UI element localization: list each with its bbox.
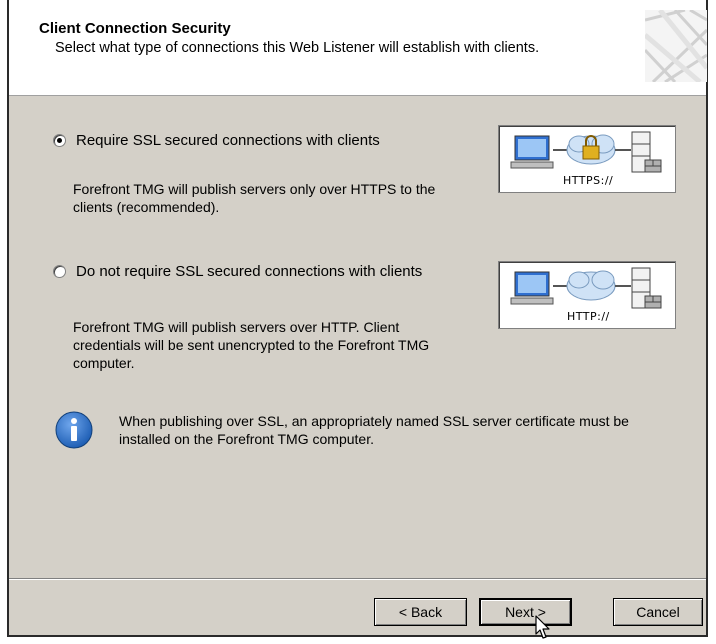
- description-line: Forefront TMG will publish servers over …: [73, 319, 400, 335]
- page-subtitle: Select what type of connections this Web…: [55, 40, 540, 56]
- description-line: clients (recommended).: [73, 199, 220, 215]
- description-line: computer.: [73, 355, 135, 371]
- info-line: installed on the Forefront TMG computer.: [119, 431, 374, 447]
- cancel-button[interactable]: Cancel: [613, 598, 703, 626]
- info-line: When publishing over SSL, an appropriate…: [119, 413, 629, 429]
- computer-icon: [510, 135, 554, 169]
- http-diagram: HTTP://: [498, 261, 676, 329]
- footer-divider-highlight: [9, 579, 706, 580]
- no-ssl-description: Forefront TMG will publish servers over …: [73, 318, 429, 372]
- firewall-icon: [644, 159, 662, 173]
- radio-require-ssl-label[interactable]: Require SSL secured connections with cli…: [76, 132, 380, 149]
- firewall-icon: [644, 295, 662, 309]
- back-button[interactable]: < Back: [374, 598, 467, 626]
- radio-button-selected[interactable]: [53, 134, 66, 147]
- mouse-cursor-icon: [535, 615, 550, 639]
- info-icon: [55, 411, 93, 449]
- next-button[interactable]: Next >: [479, 598, 572, 626]
- computer-icon: [510, 271, 554, 305]
- https-diagram: HTTPS://: [498, 125, 676, 193]
- http-label: HTTP://: [567, 310, 610, 323]
- info-note: When publishing over SSL, an appropriate…: [119, 412, 629, 448]
- cloud-icon: [566, 270, 616, 301]
- header-banner-graphic: [645, 10, 707, 82]
- description-line: credentials will be sent unencrypted to …: [73, 337, 430, 353]
- require-ssl-description: Forefront TMG will publish servers only …: [73, 180, 435, 216]
- radio-no-ssl-label[interactable]: Do not require SSL secured connections w…: [76, 263, 422, 280]
- https-label: HTTPS://: [563, 174, 614, 187]
- page-title: Client Connection Security: [39, 20, 231, 37]
- wizard-header: Client Connection Security Select what t…: [9, 0, 707, 96]
- radio-no-ssl[interactable]: Do not require SSL secured connections w…: [53, 263, 422, 280]
- description-line: Forefront TMG will publish servers only …: [73, 181, 436, 197]
- radio-require-ssl[interactable]: Require SSL secured connections with cli…: [53, 132, 380, 149]
- radio-button-unselected[interactable]: [53, 265, 66, 278]
- wizard-dialog: Client Connection Security Select what t…: [7, 0, 708, 637]
